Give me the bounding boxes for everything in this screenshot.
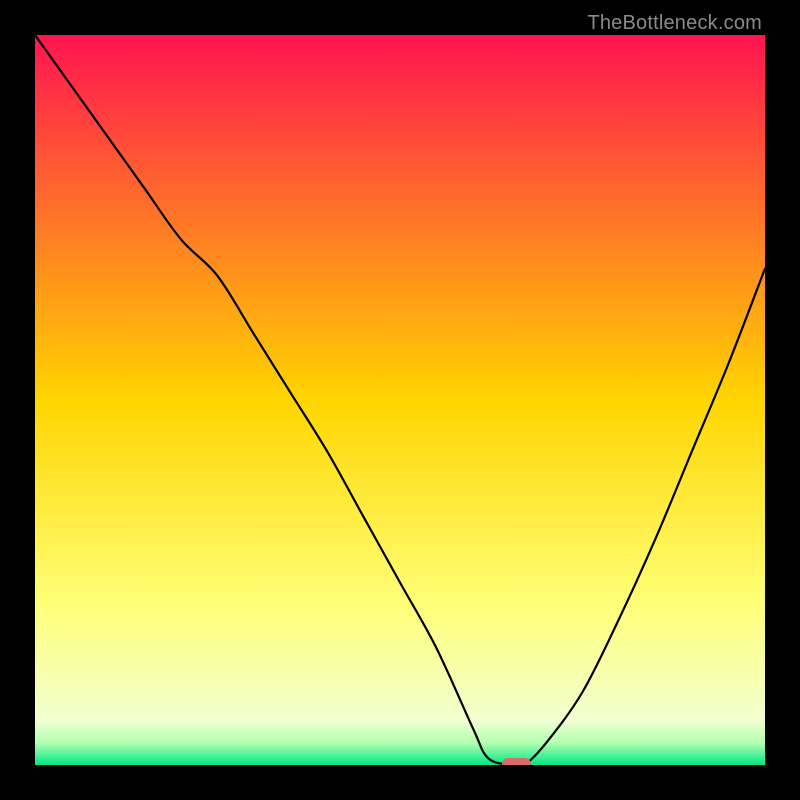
chart-container: TheBottleneck.com: [0, 0, 800, 800]
watermark-text: TheBottleneck.com: [587, 12, 762, 35]
optimal-point-marker: [502, 758, 531, 765]
plot-area: [35, 35, 765, 765]
bottleneck-curve: [35, 35, 765, 765]
